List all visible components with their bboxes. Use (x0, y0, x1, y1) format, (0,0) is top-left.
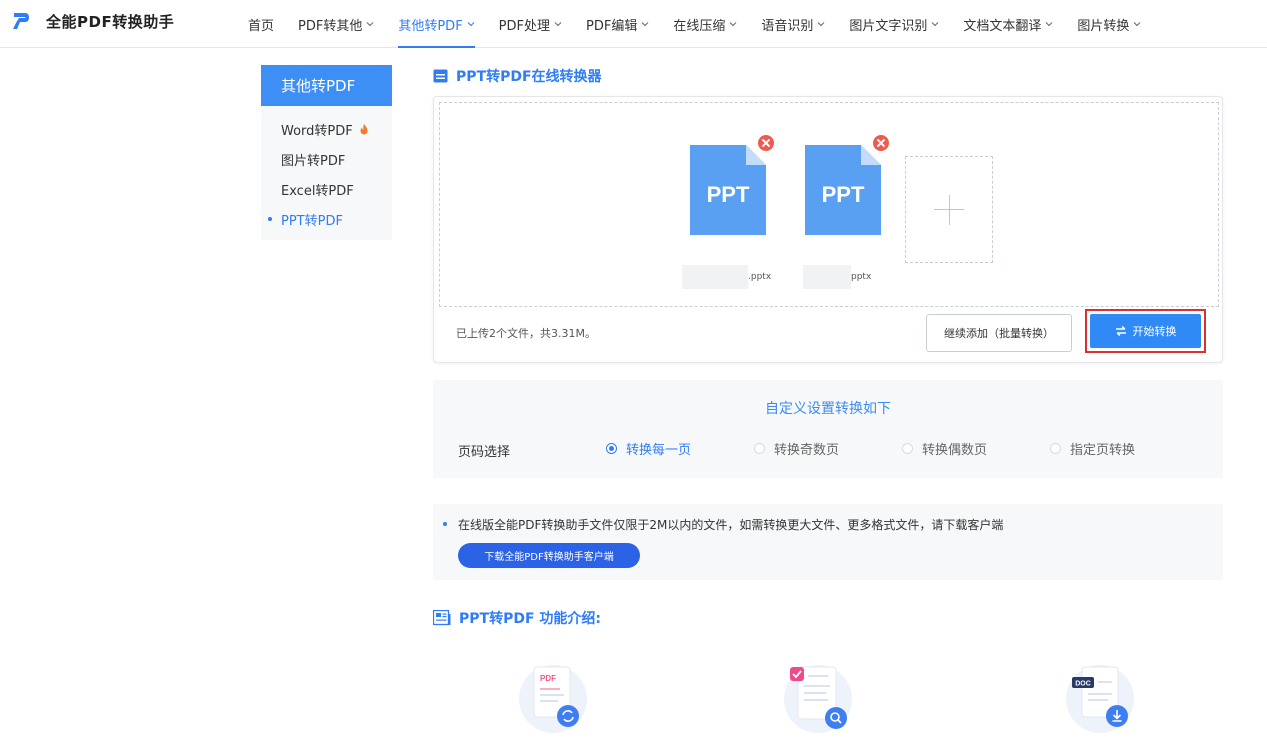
file-name-suffix: .pptx (748, 272, 772, 282)
feature-title: PPT转PDF 功能介绍: (459, 611, 601, 627)
file-type-label: PPT (822, 182, 865, 207)
nav-label: 语音识别 (761, 18, 814, 34)
nav-home[interactable]: 首页 (236, 0, 286, 48)
radio-dot (1050, 443, 1061, 454)
app-logo[interactable]: 全能PDF转换助手 (10, 10, 174, 32)
nav-pdf-edit[interactable]: PDF编辑 (574, 0, 661, 48)
radio-dot (754, 443, 765, 454)
file-type-label: PPT (707, 182, 750, 207)
app-name: 全能PDF转换助手 (46, 12, 175, 31)
start-convert-button[interactable]: 开始转换 (1090, 314, 1201, 348)
chevron-down-icon (641, 22, 649, 27)
nav-label: 首页 (248, 18, 275, 34)
radio-label: 转换奇数页 (774, 443, 840, 458)
nav-label: 其他转PDF (398, 18, 463, 34)
chevron-down-icon (1046, 22, 1053, 27)
nav-pdf-to-other[interactable]: PDF转其他 (286, 0, 386, 48)
file-name: .pptx (682, 265, 771, 289)
radio-dot (606, 443, 617, 454)
sidebar-item-label: Word转PDF (281, 123, 353, 139)
nav-label: 图片文字识别 (849, 18, 928, 34)
sidebar-item-label: Excel转PDF (281, 183, 354, 199)
file-dropzone[interactable]: PPT .pptx PPT pptx (439, 102, 1219, 307)
upload-card: PPT .pptx PPT pptx 已上传2个文件，共3.31M。 继续添加（… (433, 96, 1223, 363)
download-client-button[interactable]: 下载全能PDF转换助手客户端 (458, 543, 640, 568)
news-icon (433, 610, 451, 626)
logo-icon (13, 13, 29, 29)
chevron-down-icon (366, 22, 374, 27)
nav-label: 在线压缩 (673, 18, 726, 34)
nav-label: 文档文本翻译 (963, 18, 1042, 34)
document-search-icon (784, 665, 852, 733)
continue-add-button[interactable]: 继续添加（批量转换） (926, 314, 1072, 352)
nav-doc-translate[interactable]: 文档文本翻译 (951, 0, 1065, 48)
settings-title: 自定义设置转换如下 (765, 401, 891, 417)
document-icon (433, 69, 448, 83)
notice-text: 在线版全能PDF转换助手文件仅限于2M以内的文件，如需转换更大文件、更多格式文件… (442, 518, 1004, 532)
radio-label: 转换偶数页 (922, 443, 988, 458)
sidebar-item-word-to-pdf[interactable]: Word转PDF (261, 114, 392, 144)
file-name-suffix: pptx (851, 272, 872, 282)
sidebar-item-excel-to-pdf[interactable]: Excel转PDF (261, 174, 392, 204)
ppt-file-icon: PPT (690, 145, 766, 235)
sidebar-list: Word转PDF 图片转PDF Excel转PDF PPT转PDF (261, 106, 392, 240)
nav-image-ocr[interactable]: 图片文字识别 (837, 0, 951, 48)
swap-icon (1115, 326, 1126, 336)
radio-even-pages[interactable]: 转换偶数页 (902, 439, 987, 458)
fire-icon (360, 123, 368, 135)
chevron-down-icon (818, 22, 825, 27)
sidebar-item-image-to-pdf[interactable]: 图片转PDF (261, 144, 392, 174)
remove-file-button[interactable] (758, 135, 774, 151)
radio-specific-pages[interactable]: 指定页转换 (1050, 439, 1135, 458)
sidebar-item-label: 图片转PDF (281, 153, 346, 169)
sidebar: 其他转PDF Word转PDF 图片转PDF Excel转PDF PPT转PDF (261, 65, 392, 240)
radio-every-page[interactable]: 转换每一页 (606, 439, 691, 458)
file-name: pptx (803, 265, 871, 289)
remove-file-button[interactable] (873, 135, 889, 151)
sidebar-item-label: PPT转PDF (281, 213, 343, 229)
page-select-label: 页码选择 (458, 445, 511, 460)
nav-image-convert[interactable]: 图片转换 (1065, 0, 1153, 48)
chevron-down-icon (932, 22, 939, 27)
converter-heading: PPT转PDF在线转换器 (433, 65, 1223, 87)
nav-label: PDF编辑 (586, 18, 638, 34)
sidebar-title: 其他转PDF (261, 65, 392, 106)
sidebar-item-ppt-to-pdf[interactable]: PPT转PDF (261, 204, 392, 234)
nav-label: PDF转其他 (298, 18, 363, 34)
chevron-down-icon (1134, 22, 1141, 27)
nav-speech-recognition[interactable]: 语音识别 (749, 0, 837, 48)
radio-dot (902, 443, 913, 454)
main-content: PPT转PDF在线转换器 PPT .pptx PPT pptx 已上传2个文件，… (433, 65, 1223, 733)
ppt-file-icon: PPT (805, 145, 881, 235)
file-name-blurred (682, 265, 748, 289)
main-nav: 首页 PDF转其他 其他转PDF PDF处理 PDF编辑 在线压缩 语音识别 图… (236, 0, 1153, 48)
radio-odd-pages[interactable]: 转换奇数页 (754, 439, 839, 458)
feature-heading: PPT转PDF 功能介绍: (433, 608, 601, 628)
nav-online-compress[interactable]: 在线压缩 (661, 0, 749, 48)
pdf-convert-icon: PDF (519, 665, 587, 733)
nav-pdf-process[interactable]: PDF处理 (487, 0, 574, 48)
pdf-label: PDF (540, 674, 556, 683)
notice-panel: 在线版全能PDF转换助手文件仅限于2M以内的文件，如需转换更大文件、更多格式文件… (433, 504, 1223, 580)
chevron-down-icon (467, 22, 475, 27)
settings-panel: 自定义设置转换如下 页码选择 转换每一页 转换奇数页 转换偶数页 指定页转换 (433, 380, 1223, 478)
radio-label: 转换每一页 (626, 443, 692, 458)
upload-status: 已上传2个文件，共3.31M。 (456, 327, 596, 340)
nav-label: PDF处理 (498, 18, 550, 34)
add-file-button[interactable] (905, 156, 993, 263)
radio-label: 指定页转换 (1070, 443, 1136, 458)
start-button-highlight: 开始转换 (1085, 309, 1206, 353)
chevron-down-icon (554, 22, 562, 27)
top-header: 全能PDF转换助手 首页 PDF转其他 其他转PDF PDF处理 PDF编辑 在… (0, 0, 1267, 48)
start-convert-label: 开始转换 (1132, 325, 1177, 338)
doc-download-icon: DOC (1066, 665, 1134, 733)
nav-label: 图片转换 (1077, 18, 1130, 34)
nav-other-to-pdf[interactable]: 其他转PDF (386, 0, 486, 48)
doc-label: DOC (1075, 681, 1091, 688)
chevron-down-icon (729, 22, 737, 27)
converter-title: PPT转PDF在线转换器 (456, 69, 602, 85)
file-name-blurred (803, 265, 851, 289)
